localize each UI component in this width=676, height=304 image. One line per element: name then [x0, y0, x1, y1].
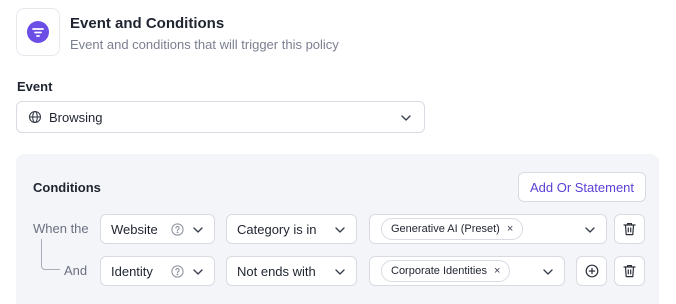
- value-multiselect[interactable]: Generative AI (Preset) ×: [369, 214, 607, 244]
- operator-select-value: Category is in: [237, 221, 317, 237]
- event-label: Event: [17, 79, 53, 94]
- field-select-website[interactable]: Website: [100, 214, 215, 244]
- trash-icon: [623, 222, 636, 236]
- header-icon-box: [16, 8, 60, 56]
- help-circle-icon[interactable]: [171, 223, 184, 236]
- chevron-down-icon: [584, 224, 596, 236]
- and-connector-line: [41, 239, 60, 270]
- chevron-down-icon: [334, 266, 346, 278]
- chip-label: Corporate Identities: [391, 265, 487, 277]
- event-select[interactable]: Browsing: [16, 101, 425, 133]
- field-select-value: Website: [111, 221, 158, 237]
- chevron-down-icon: [542, 266, 554, 278]
- section-subtitle: Event and conditions that will trigger t…: [70, 37, 339, 52]
- chevron-down-icon: [334, 224, 346, 236]
- operator-select-category-in[interactable]: Category is in: [226, 214, 357, 244]
- chip-label: Generative AI (Preset): [391, 223, 500, 235]
- chip-remove-icon[interactable]: ×: [507, 223, 513, 235]
- operator-select-not-ends-with[interactable]: Not ends with: [226, 256, 357, 286]
- value-multiselect[interactable]: Corporate Identities ×: [369, 256, 565, 286]
- plus-circle-icon: [585, 264, 599, 278]
- row-prefix-and: And: [64, 263, 88, 278]
- field-select-identity[interactable]: Identity: [100, 256, 215, 286]
- row-prefix-when: When the: [33, 221, 89, 236]
- filter-lines-icon: [27, 21, 49, 43]
- operator-select-value: Not ends with: [237, 263, 316, 279]
- event-select-value: Browsing: [49, 109, 103, 125]
- field-select-value: Identity: [111, 263, 153, 279]
- globe-icon: [28, 110, 42, 124]
- chevron-down-icon: [400, 112, 412, 124]
- section-title: Event and Conditions: [70, 15, 225, 32]
- chip-remove-icon[interactable]: ×: [494, 265, 500, 277]
- chevron-down-icon: [192, 266, 204, 278]
- help-circle-icon[interactable]: [171, 265, 184, 278]
- trash-icon: [623, 264, 636, 278]
- add-and-condition-button[interactable]: [576, 256, 607, 286]
- conditions-title: Conditions: [33, 180, 101, 195]
- chevron-down-icon: [192, 224, 204, 236]
- delete-condition-button[interactable]: [614, 256, 645, 286]
- value-chip: Generative AI (Preset) ×: [381, 218, 524, 240]
- delete-condition-button[interactable]: [614, 214, 645, 244]
- value-chip: Corporate Identities ×: [381, 260, 511, 282]
- add-or-statement-button[interactable]: Add Or Statement: [518, 172, 646, 202]
